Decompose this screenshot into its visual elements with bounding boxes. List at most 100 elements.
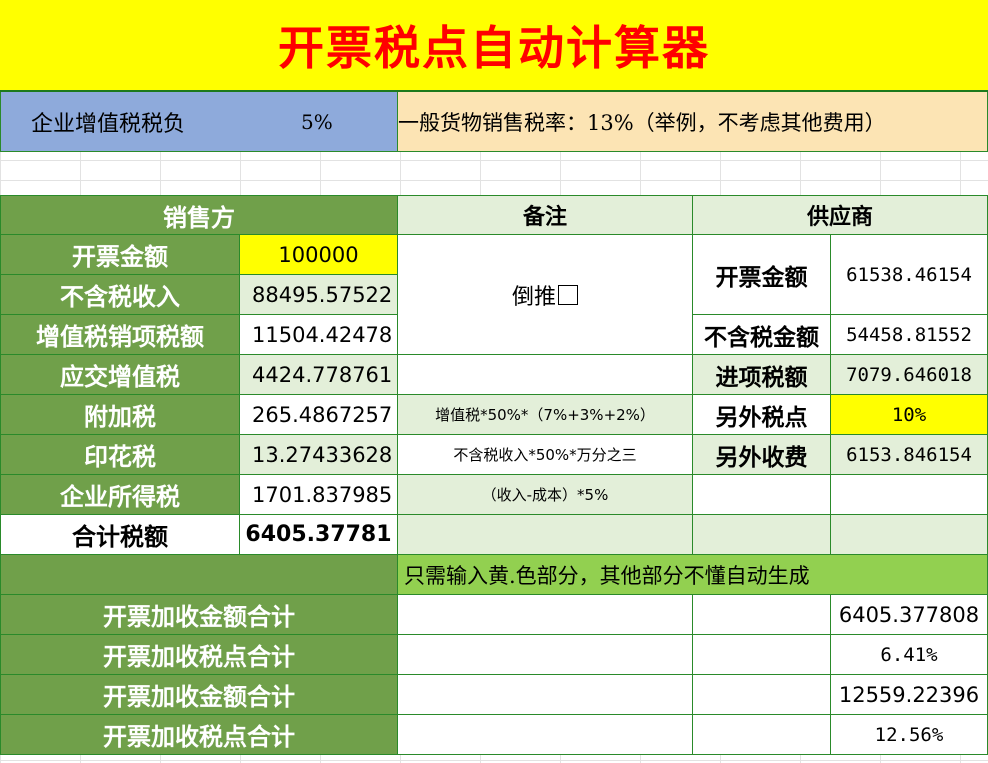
supplier-label: 另外税点: [693, 395, 831, 435]
supplier-label-text: 不含税金额: [704, 324, 819, 351]
seller-label-text: 印花税: [84, 443, 156, 471]
seller-value-text: 11504.42478: [252, 322, 393, 347]
summary-value: 12559.22396: [831, 675, 988, 715]
seller-label-text: 企业所得税: [60, 483, 180, 511]
seller-value: 4424.778761: [240, 355, 398, 395]
seller-label-text: 开票金额: [72, 243, 168, 271]
reverse-calc-note: 倒推: [398, 235, 693, 355]
seller-label-text: 增值税销项税额: [36, 323, 204, 351]
hint-note-text: 只需输入黄.色部分，其他部分不懂自动生成: [404, 563, 810, 588]
tax-burden-value: 5%: [301, 109, 333, 134]
supplier-label: 进项税额: [693, 355, 831, 395]
seller-value: 11504.42478: [240, 315, 398, 355]
empty-cell: [398, 635, 693, 675]
supplier-value-text: 7079.646018: [846, 363, 972, 386]
seller-label: 不含税收入: [0, 275, 240, 315]
supplier-label: 另外收费: [693, 435, 831, 475]
supplier-value: 7079.646018: [831, 355, 988, 395]
supplier-label-text: 进项税额: [715, 364, 808, 391]
total-tax-value-text: 6405.37781: [245, 522, 392, 547]
summary-label: 开票加收税点合计: [0, 715, 398, 755]
income-tax-formula-text: （收入-成本）*5%: [481, 486, 609, 504]
seller-value-text: 13.27433628: [252, 442, 393, 467]
summary-label-text: 开票加收金额合计: [103, 603, 295, 631]
seller-label: 增值税销项税额: [0, 315, 240, 355]
summary-label-text: 开票加收税点合计: [103, 643, 295, 671]
seller-value-text: 88495.57522: [252, 282, 393, 307]
supplier-label-text: 另外收费: [715, 444, 808, 471]
summary-value: 6405.377808: [831, 595, 988, 635]
supplier-value: 54458.81552: [831, 315, 988, 355]
surcharge-formula-text: 增值税*50%*（7%+3%+2%）: [435, 406, 655, 424]
remarks-header: 备注: [398, 195, 693, 235]
summary-value-text: 12559.22396: [838, 682, 980, 707]
empty-cell: [398, 715, 693, 755]
empty-cell: [398, 675, 693, 715]
stamp-duty-formula: 不含税收入*50%*万分之三: [398, 435, 693, 475]
summary-label-text: 开票加收金额合计: [103, 683, 295, 711]
summary-label: 开票加收金额合计: [0, 675, 398, 715]
supplier-label-text: 开票金额: [715, 264, 808, 291]
tax-burden-label: 企业增值税税负: [31, 111, 186, 137]
hint-note: 只需输入黄.色部分，其他部分不懂自动生成: [398, 555, 988, 595]
summary-label-text: 开票加收税点合计: [103, 723, 295, 751]
summary-value-text: 12.56%: [874, 723, 944, 746]
supplier-label: 不含税金额: [693, 315, 831, 355]
seller-label: 附加税: [0, 395, 240, 435]
supplier-value: 6153.846154: [831, 435, 988, 475]
seller-value-text: 4424.778761: [252, 362, 393, 387]
empty-cell: [693, 515, 831, 555]
tax-rate-note-text: 一般货物销售税率：13%（举例，不考虑其他费用）: [398, 110, 886, 135]
seller-label: 企业所得税: [0, 475, 240, 515]
seller-value: 13.27433628: [240, 435, 398, 475]
supplier-value-text: 54458.81552: [846, 323, 972, 346]
empty-cell: [398, 355, 693, 395]
total-tax-value: 6405.37781: [240, 515, 398, 555]
empty-cell: [693, 595, 831, 635]
seller-header: 销售方: [0, 195, 398, 235]
empty-cell: [0, 555, 398, 595]
empty-cell: [693, 475, 831, 515]
summary-value: 12.56%: [831, 715, 988, 755]
seller-label-text: 应交增值税: [60, 363, 180, 391]
supplier-header: 供应商: [693, 195, 988, 235]
surcharge-formula: 增值税*50%*（7%+3%+2%）: [398, 395, 693, 435]
summary-value-text: 6.41%: [880, 643, 938, 666]
invoice-amount-input-text: 100000: [278, 242, 359, 267]
total-tax-label: 合计税额: [0, 515, 240, 555]
summary-value-text: 6405.377808: [838, 602, 980, 627]
summary-value: 6.41%: [831, 635, 988, 675]
reverse-calc-note-text: 倒推: [511, 284, 556, 310]
supplier-header-text: 供应商: [806, 205, 873, 230]
empty-cell: [693, 635, 831, 675]
empty-cell: [398, 515, 693, 555]
seller-label-text: 附加税: [84, 403, 156, 431]
supplier-value: 61538.46154: [831, 235, 988, 315]
invoice-amount-input[interactable]: 100000: [240, 235, 398, 275]
tax-rate-note[interactable]: 一般货物销售税率：13%（举例，不考虑其他费用）: [398, 92, 988, 152]
supplier-value-text: 61538.46154: [846, 263, 972, 286]
remarks-header-text: 备注: [522, 205, 567, 230]
checkbox-icon[interactable]: [558, 284, 578, 305]
seller-label-text: 不含税收入: [60, 283, 180, 311]
total-tax-label-text: 合计税额: [72, 523, 168, 551]
extra-tax-rate-input[interactable]: 10%: [831, 395, 988, 435]
empty-cell: [398, 595, 693, 635]
summary-label: 开票加收税点合计: [0, 635, 398, 675]
extra-tax-rate-input-text: 10%: [891, 403, 927, 426]
seller-label: 印花税: [0, 435, 240, 475]
empty-cell: [693, 675, 831, 715]
seller-header-text: 销售方: [163, 203, 235, 232]
seller-value: 1701.837985: [240, 475, 398, 515]
supplier-value-text: 6153.846154: [846, 443, 972, 466]
stamp-duty-formula-text: 不含税收入*50%*万分之三: [453, 446, 637, 464]
supplier-label-text: 另外税点: [715, 404, 808, 431]
summary-label: 开票加收金额合计: [0, 595, 398, 635]
income-tax-formula: （收入-成本）*5%: [398, 475, 693, 515]
empty-cell: [831, 475, 988, 515]
page-title: 开票税点自动计算器: [0, 0, 988, 92]
tax-burden-cell[interactable]: 企业增值税税负 5%: [0, 92, 398, 152]
seller-value-text: 1701.837985: [252, 482, 393, 507]
seller-value-text: 265.4867257: [252, 402, 393, 427]
seller-value: 88495.57522: [240, 275, 398, 315]
